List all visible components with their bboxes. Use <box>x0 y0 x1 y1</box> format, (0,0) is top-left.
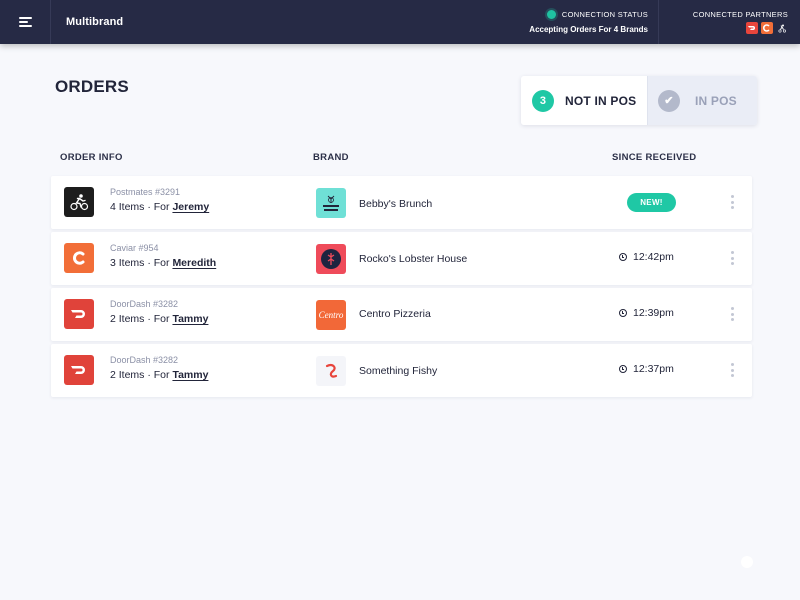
new-status-badge: NEW! <box>627 193 676 212</box>
customer-link[interactable]: Meredith <box>172 257 216 269</box>
brand-name: Something Fishy <box>359 365 438 377</box>
order-item-count: 3 Items · For <box>110 257 173 269</box>
brand-logo <box>316 356 346 386</box>
tab-not-in-pos[interactable]: 3 NOT IN POS <box>521 76 647 125</box>
order-info: Caviar #954 3 Items · For Meredith <box>110 243 216 269</box>
order-source: DoorDash #3282 <box>110 299 179 309</box>
tab-in-pos[interactable]: ✔ IN POS <box>647 76 757 125</box>
customer-link[interactable]: Jeremy <box>172 201 209 213</box>
clock-icon <box>619 309 627 317</box>
caviar-icon <box>64 243 94 273</box>
order-item-count: 4 Items · For <box>110 201 173 213</box>
order-info: DoorDash #3282 2 Items · For Tammy <box>110 299 208 325</box>
column-header-since-received: SINCE RECEIVED <box>612 152 697 163</box>
hamburger-icon <box>18 17 32 27</box>
postmates-icon[interactable] <box>776 22 788 34</box>
connection-status-value: Accepting Orders For 4 Brands <box>529 25 648 34</box>
brand-logo <box>316 188 346 218</box>
order-info: Postmates #3291 4 Items · For Jeremy <box>110 187 209 213</box>
table-row[interactable]: DoorDash #3282 2 Items · For Tammy Centr… <box>51 288 752 341</box>
time-received: 12:37pm <box>619 363 674 375</box>
order-item-count: 2 Items · For <box>110 369 173 381</box>
table-row[interactable]: DoorDash #3282 2 Items · For Tammy Somet… <box>51 344 752 397</box>
more-options-icon[interactable] <box>728 363 736 377</box>
brand-name: Bebby's Brunch <box>359 198 433 210</box>
brand-name: Rocko's Lobster House <box>359 253 468 265</box>
menu-button[interactable] <box>0 0 51 44</box>
time-received-value: 12:42pm <box>633 251 674 263</box>
help-launcher-button[interactable] <box>741 556 753 568</box>
more-options-icon[interactable] <box>728 251 736 265</box>
status-dot-icon <box>546 10 556 19</box>
order-source: Postmates #3291 <box>110 187 181 197</box>
order-source: Caviar #954 <box>110 243 159 253</box>
table-row[interactable]: Caviar #954 3 Items · For Meredith Rocko… <box>51 232 752 285</box>
clock-icon <box>619 365 627 373</box>
column-header-brand: BRAND <box>313 152 349 163</box>
connected-partners: CONNECTED PARTNERS <box>659 0 800 44</box>
order-source: DoorDash #3282 <box>110 355 179 365</box>
connected-partners-label: CONNECTED PARTNERS <box>692 10 788 19</box>
more-options-icon[interactable] <box>728 307 736 321</box>
doordash-icon <box>64 355 94 385</box>
order-info: DoorDash #3282 2 Items · For Tammy <box>110 355 208 381</box>
not-in-pos-count-badge: 3 <box>532 89 554 112</box>
app-title: Multibrand <box>66 16 124 28</box>
page-title: ORDERS <box>55 77 129 96</box>
customer-link[interactable]: Tammy <box>172 369 208 381</box>
tab-not-in-pos-label: NOT IN POS <box>565 93 637 108</box>
time-received: 12:39pm <box>619 307 674 319</box>
time-received: 12:42pm <box>619 251 674 263</box>
tab-in-pos-label: IN POS <box>695 93 737 108</box>
time-received-value: 12:37pm <box>633 363 674 375</box>
customer-link[interactable]: Tammy <box>172 313 208 325</box>
brand-name: Centro Pizzeria <box>359 308 431 320</box>
top-bar: Multibrand CONNECTION STATUS Accepting O… <box>0 0 800 44</box>
checkmark-icon: ✔ <box>658 89 680 112</box>
doordash-icon[interactable] <box>746 22 758 34</box>
caviar-icon[interactable] <box>761 22 773 34</box>
time-received-value: 12:39pm <box>633 307 674 319</box>
order-item-count: 2 Items · For <box>110 313 173 325</box>
postmates-icon <box>64 187 94 217</box>
brand-logo: Centro <box>316 300 346 330</box>
table-row[interactable]: Postmates #3291 4 Items · For Jeremy Beb… <box>51 176 752 229</box>
column-header-order-info: ORDER INFO <box>60 152 123 163</box>
doordash-icon <box>64 299 94 329</box>
more-options-icon[interactable] <box>728 195 736 209</box>
svg-text:Centro: Centro <box>319 310 344 320</box>
pos-filter-toggle: 3 NOT IN POS ✔ IN POS <box>521 76 757 125</box>
connection-status: CONNECTION STATUS Accepting Orders For 4… <box>459 0 659 44</box>
connection-status-label: CONNECTION STATUS <box>561 10 648 19</box>
brand-logo <box>316 244 346 274</box>
clock-icon <box>619 253 627 261</box>
